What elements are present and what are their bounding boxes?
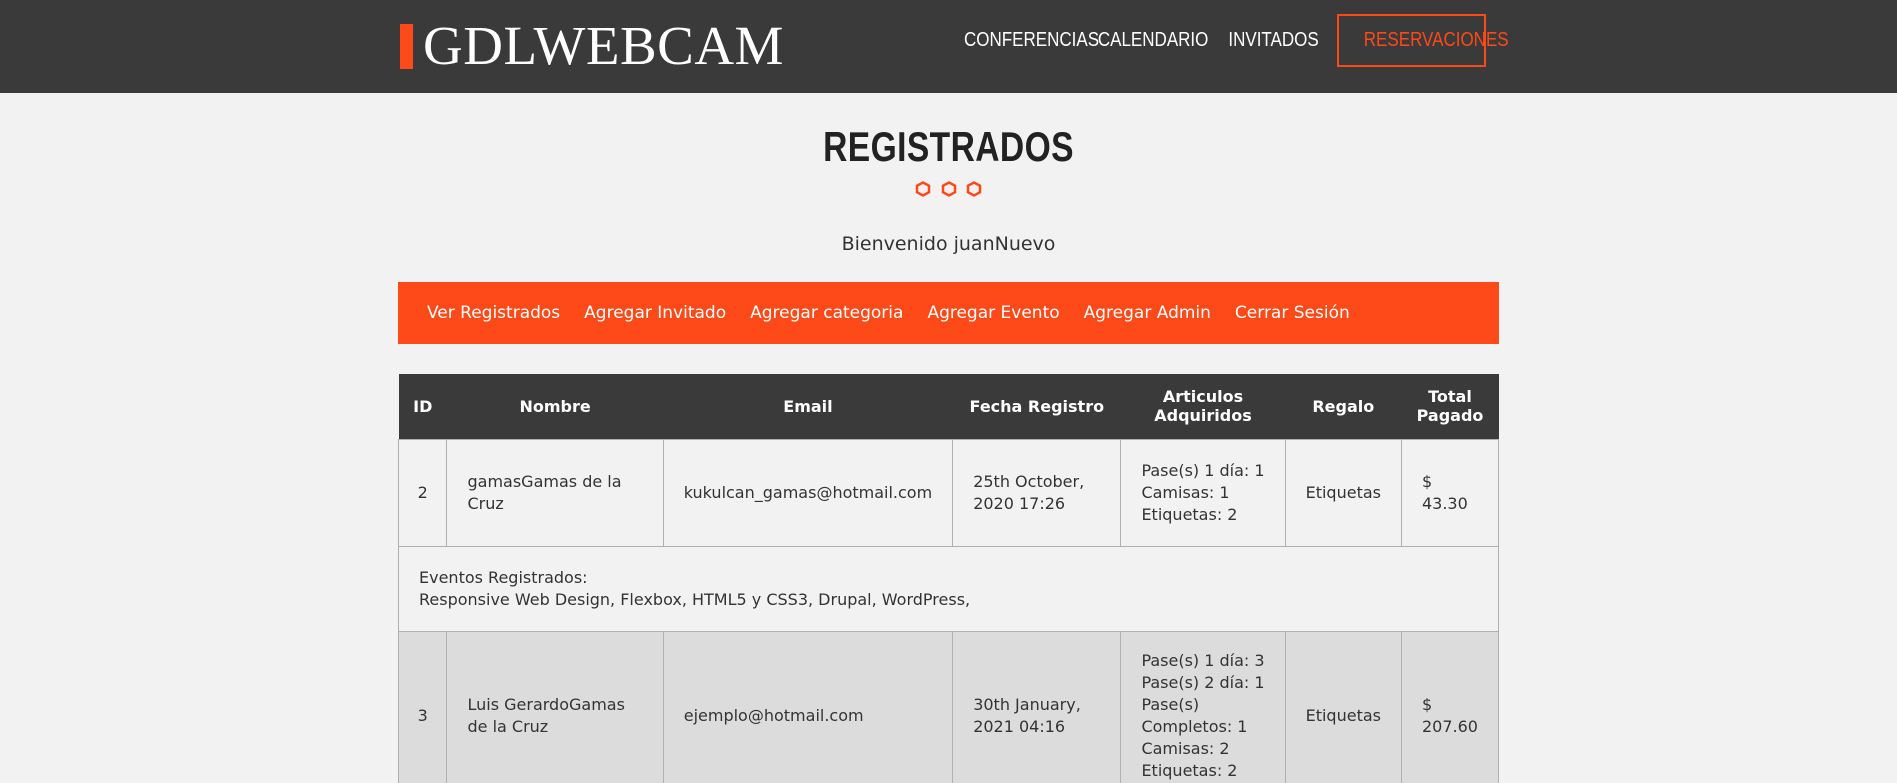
logo-accent-bar <box>400 23 413 69</box>
cell-email: kukulcan_gamas@hotmail.com <box>662 438 954 547</box>
site-header: GDLWEBCAM Conferencias Calendario Invita… <box>0 0 1897 93</box>
registrados-table: ID Nombre Email Fecha Registro Articulos… <box>397 374 1500 783</box>
table-row: 3 Luis GerardoGamas de la Cruz ejemplo@h… <box>397 630 1500 783</box>
cell-nombre: Luis GerardoGamas de la Cruz <box>446 630 664 783</box>
eventos-list: Responsive Web Design, Flexbox, HTML5 y … <box>419 589 971 609</box>
column-header-nombre: Nombre <box>446 374 664 439</box>
cell-total: $ 207.60 <box>1400 630 1500 783</box>
column-header-fecha: Fecha Registro <box>952 374 1121 439</box>
table-header-row: ID Nombre Email Fecha Registro Articulos… <box>398 374 1499 439</box>
admin-cerrar-sesion[interactable]: Cerrar Sesión <box>1235 303 1350 323</box>
cell-eventos: Eventos Registrados: Responsive Web Desi… <box>398 545 1499 632</box>
cell-nombre: gamasGamas de la Cruz <box>446 438 664 547</box>
admin-agregar-categoria[interactable]: Agregar categoria <box>750 303 903 323</box>
column-header-regalo: Regalo <box>1285 374 1402 439</box>
page-title: REGISTRADOS <box>823 123 1074 170</box>
cell-id: 3 <box>397 630 448 783</box>
cell-id: 2 <box>397 438 448 547</box>
cell-regalo: Etiquetas <box>1284 438 1402 547</box>
articulo-item: Pase(s) 1 día: 1 <box>1141 460 1265 480</box>
nav-reservaciones[interactable]: Reservaciones <box>1337 14 1509 67</box>
articulo-item: Etiquetas: 2 <box>1141 504 1238 524</box>
nav-calendario[interactable]: Calendario <box>1098 14 1209 67</box>
column-header-articulos: Articulos Adquiridos <box>1120 374 1286 439</box>
admin-agregar-admin[interactable]: Agregar Admin <box>1084 303 1211 323</box>
articulo-item: Camisas: 1 <box>1141 482 1230 502</box>
articulo-item: Pase(s) 1 día: 3 <box>1141 651 1265 670</box>
articulo-item: Etiquetas: 2 <box>1141 761 1238 780</box>
articulo-item: Pase(s) <box>1141 695 1200 714</box>
cell-fecha: 30th January, 2021 04:16 <box>952 630 1122 783</box>
registrados-table-wrap: ID Nombre Email Fecha Registro Articulos… <box>397 374 1500 783</box>
main-nav: Conferencias Calendario Invitados Reserv… <box>948 14 1509 67</box>
column-header-id: ID <box>398 374 447 439</box>
cell-articulos: Pase(s) 1 día: 1 Camisas: 1 Etiquetas: 2 <box>1120 438 1286 547</box>
column-header-email: Email <box>663 374 953 439</box>
admin-agregar-invitado[interactable]: Agregar Invitado <box>584 303 726 323</box>
logo-text: GDLWEBCAM <box>423 15 784 76</box>
nav-conferencias[interactable]: Conferencias <box>964 14 1099 67</box>
column-header-total: Total Pagado <box>1401 374 1499 439</box>
table-row: 2 gamasGamas de la Cruz kukulcan_gamas@h… <box>397 438 1500 547</box>
articulo-item: Pase(s) 2 día: 1 <box>1141 673 1265 692</box>
hexagon-icon <box>916 181 931 197</box>
eventos-label: Eventos Registrados: <box>419 567 588 587</box>
hexagon-icon <box>941 181 956 197</box>
nav-invitados[interactable]: Invitados <box>1228 14 1318 67</box>
admin-menu: Ver Registrados Agregar Invitado Agregar… <box>398 282 1499 344</box>
cell-fecha: 25th October, 2020 17:26 <box>952 438 1122 547</box>
cell-regalo: Etiquetas <box>1284 630 1402 783</box>
welcome-message: Bienvenido juanNuevo <box>841 233 1056 255</box>
cell-articulos: Pase(s) 1 día: 3 Pase(s) 2 día: 1 Pase(s… <box>1120 630 1286 783</box>
admin-agregar-evento[interactable]: Agregar Evento <box>927 303 1059 323</box>
logo-link[interactable]: GDLWEBCAM <box>400 14 784 78</box>
nav-reservaciones-label: Reservaciones <box>1363 29 1509 51</box>
articulo-item: Completos: 1 <box>1141 717 1248 736</box>
cell-total: $ 43.30 <box>1400 438 1500 547</box>
title-decoration <box>0 181 1897 201</box>
hexagon-icon <box>966 181 981 197</box>
cell-email: ejemplo@hotmail.com <box>662 630 954 783</box>
admin-ver-registrados[interactable]: Ver Registrados <box>427 303 560 323</box>
articulo-item: Camisas: 2 <box>1141 739 1230 758</box>
table-row-events: Eventos Registrados: Responsive Web Desi… <box>398 545 1499 632</box>
